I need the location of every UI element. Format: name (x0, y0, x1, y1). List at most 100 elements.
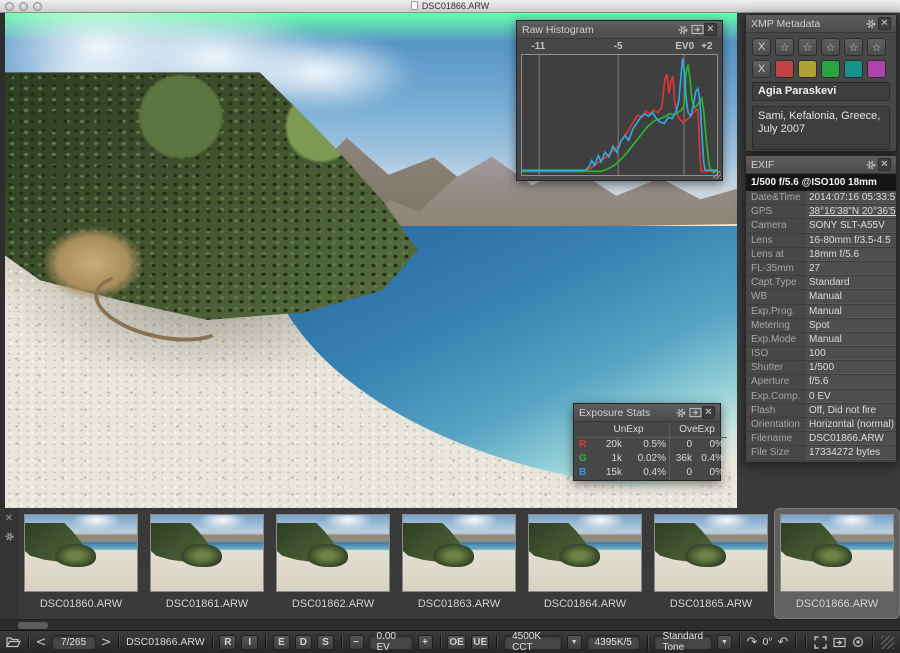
ev-decrease-button[interactable]: − (349, 635, 364, 650)
exif-row: FL-35mm27 (746, 262, 896, 276)
exif-field-value: Spot (806, 319, 896, 332)
white-balance-preset[interactable]: 4500K CCT (504, 635, 561, 650)
filmstrip-scrollbar-thumb[interactable] (18, 622, 48, 629)
xmp-description-field[interactable]: Sami, Kefalonia, Greece, July 2007 (752, 106, 890, 150)
tone-curve-preset[interactable]: Standard Tone (654, 635, 711, 650)
exposure-toggle-button[interactable]: E (273, 635, 290, 650)
zoom-window-button[interactable] (33, 2, 42, 11)
gear-icon[interactable] (676, 23, 690, 37)
thumbnail-bush (55, 544, 95, 567)
gear-icon[interactable] (864, 17, 878, 31)
filmstrip-scrollbar[interactable] (0, 619, 900, 630)
folder-open-icon[interactable] (6, 636, 21, 648)
close-icon[interactable]: × (702, 406, 715, 419)
color-label-button[interactable] (798, 60, 817, 78)
close-icon[interactable]: × (704, 23, 717, 36)
dock-panel-icon[interactable] (688, 406, 702, 420)
filmstrip-thumbnail[interactable]: DSC01864.ARW (522, 508, 648, 619)
exif-row: ISO100 (746, 347, 896, 361)
exif-row: Capt.TypeStandard (746, 276, 896, 290)
thumbnail-filename: DSC01863.ARW (418, 598, 500, 610)
thumbnail-image (780, 514, 894, 592)
exif-field-value: Manual (806, 290, 896, 303)
filmstrip-thumbnail[interactable]: DSC01861.ARW (144, 508, 270, 619)
info-toggle-button[interactable]: I (241, 635, 258, 650)
previous-image-button[interactable]: < (36, 636, 47, 649)
settings-icon[interactable] (852, 636, 864, 648)
star-rating-button[interactable]: ☆ (798, 38, 817, 56)
exif-field-value: 27 (806, 262, 896, 275)
clear-color-label-button[interactable]: X (752, 60, 771, 78)
xmp-panel-header[interactable]: XMP Metadata × (746, 15, 896, 33)
filmstrip-settings-icon[interactable] (4, 531, 15, 542)
photo-olive-bush (195, 206, 466, 359)
dock-panel-icon[interactable] (690, 23, 704, 37)
rotate-cw-icon[interactable]: ↷ (747, 636, 758, 649)
filmstrip-thumbnail[interactable]: DSC01860.ARW (18, 508, 144, 619)
thumbnail-filename: DSC01860.ARW (40, 598, 122, 610)
white-balance-dropdown-icon[interactable]: ▼ (567, 635, 582, 650)
fullscreen-icon[interactable] (814, 636, 827, 649)
exposure-oveexp-count: 36k (669, 452, 695, 466)
close-icon[interactable]: × (878, 158, 891, 171)
close-icon[interactable]: × (878, 17, 891, 30)
histogram-curve-blue (522, 59, 717, 171)
histogram-panel-title: Raw Histogram (522, 24, 676, 36)
thumbnail-bush (559, 544, 599, 567)
filmstrip-thumbnail[interactable]: DSC01863.ARW (396, 508, 522, 619)
exif-panel-header[interactable]: EXIF × (746, 156, 896, 174)
resize-grip[interactable] (713, 171, 721, 179)
star-rating-button[interactable]: ☆ (821, 38, 840, 56)
rotate-ccw-icon[interactable]: ↶ (778, 636, 789, 649)
filmstrip-thumbnail[interactable]: DSC01866.ARW (774, 508, 900, 619)
tone-curve-dropdown-icon[interactable]: ▼ (717, 635, 732, 650)
exif-field-value: SONY SLT-A55V (806, 219, 896, 232)
app-window: DSC01866.ARW XMP Metadata × X☆☆☆☆☆ X (0, 0, 900, 653)
exif-field-value: 18mm f/5.6 (806, 248, 896, 261)
dock-panel-icon[interactable] (833, 637, 846, 648)
exif-field-value: 100 (806, 347, 896, 360)
exif-field-label: Flash (746, 404, 806, 417)
color-label-button[interactable] (775, 60, 794, 78)
filmstrip-close-icon[interactable]: ✕ (5, 514, 13, 524)
exif-row: CameraSONY SLT-A55V (746, 219, 896, 233)
exif-field-label: Exp.Mode (746, 333, 806, 346)
thumbnail-image (528, 514, 642, 592)
histogram-curve-red (522, 74, 717, 171)
details-toggle-button[interactable]: D (295, 635, 312, 650)
exif-field-value[interactable]: 38°16'38"N 20°36'53"E (806, 205, 896, 218)
underexposure-toggle-button[interactable]: UE (471, 635, 489, 650)
exif-field-label: Shutter (746, 361, 806, 374)
raw-view-toggle-button[interactable]: R (219, 635, 236, 650)
next-image-button[interactable]: > (101, 636, 112, 649)
gear-icon[interactable] (864, 158, 878, 172)
exif-row: OrientationHorizontal (normal) (746, 418, 896, 432)
gear-icon[interactable] (674, 406, 688, 420)
window-resize-grip[interactable] (881, 636, 894, 649)
ev-increase-button[interactable]: + (418, 635, 433, 650)
color-label-button[interactable] (821, 60, 840, 78)
clear-rating-button[interactable]: X (752, 38, 771, 56)
exif-field-value: Manual (806, 333, 896, 346)
close-window-button[interactable] (5, 2, 14, 11)
star-rating-button[interactable]: ☆ (844, 38, 863, 56)
thumbnail-bush (433, 544, 473, 567)
star-rating-button[interactable]: ☆ (775, 38, 794, 56)
filmstrip-thumbnail[interactable]: DSC01862.ARW (270, 508, 396, 619)
exposure-oveexp-percent: 0.4% (695, 452, 727, 466)
xmp-title-field[interactable]: Agia Paraskevi (752, 82, 890, 101)
overexposure-toggle-button[interactable]: OE (447, 635, 466, 650)
exposure-unexp-count: 15k (591, 466, 625, 480)
exif-field-label: FL-35mm (746, 262, 806, 275)
histogram-panel-header[interactable]: Raw Histogram × (517, 21, 722, 39)
exif-row: Aperturef/5.6 (746, 375, 896, 389)
filmstrip-thumbnail[interactable]: DSC01865.ARW (648, 508, 774, 619)
shadows-toggle-button[interactable]: S (317, 635, 334, 650)
exif-field-value: 1/500 (806, 361, 896, 374)
exif-field-label: Lens (746, 234, 806, 247)
star-rating-button[interactable]: ☆ (867, 38, 886, 56)
minimize-window-button[interactable] (19, 2, 28, 11)
color-label-button[interactable] (844, 60, 863, 78)
exposure-panel-header[interactable]: Exposure Stats × (574, 404, 720, 422)
color-label-button[interactable] (867, 60, 886, 78)
